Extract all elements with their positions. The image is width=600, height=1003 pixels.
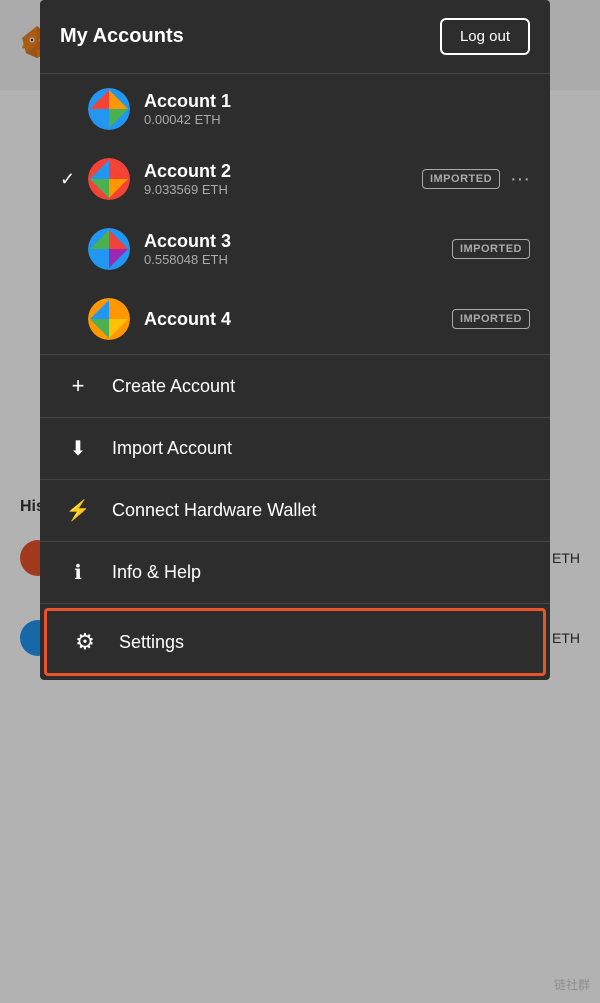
account-avatar-1 [88, 88, 130, 130]
account-balance-1: 0.00042 ETH [144, 112, 530, 127]
imported-badge-2: IMPORTED [422, 169, 500, 189]
info-help-label: Info & Help [112, 562, 201, 583]
logout-button[interactable]: Log out [440, 18, 530, 55]
account-balance-2: 9.033569 ETH [144, 182, 412, 197]
gear-icon: ⚙ [67, 629, 103, 655]
account-name-1: Account 1 [144, 91, 530, 112]
imported-badge-4: IMPORTED [452, 309, 530, 329]
account-avatar-3 [88, 228, 130, 270]
account-info-3: Account 3 0.558048 ETH [144, 231, 442, 267]
account-name-2: Account 2 [144, 161, 412, 182]
account-balance-3: 0.558048 ETH [144, 252, 442, 267]
account-item-1[interactable]: Account 1 0.00042 ETH [40, 74, 550, 144]
connect-hardware-label: Connect Hardware Wallet [112, 500, 316, 521]
info-icon: ℹ [60, 560, 96, 585]
account-name-4: Account 4 [144, 309, 442, 330]
panel-title: My Accounts [60, 25, 184, 48]
account-item-3[interactable]: Account 3 0.558048 ETH IMPORTED [40, 214, 550, 284]
imported-badge-3: IMPORTED [452, 239, 530, 259]
plus-icon: + [60, 373, 96, 399]
account-item-2[interactable]: ✓ Account 2 9.033569 ETH IMPORTED ··· [40, 144, 550, 214]
check-mark-3 [60, 239, 80, 260]
import-account-label: Import Account [112, 438, 232, 459]
connect-hardware-item[interactable]: ⚡ Connect Hardware Wallet [40, 480, 550, 542]
settings-item[interactable]: ⚙ Settings [44, 608, 546, 676]
import-icon: ⬇ [60, 436, 96, 461]
settings-label: Settings [119, 632, 184, 653]
create-account-item[interactable]: + Create Account [40, 355, 550, 418]
check-mark-4 [60, 309, 80, 330]
account-item-4[interactable]: Account 4 IMPORTED [40, 284, 550, 354]
accounts-panel: My Accounts Log out Account 1 0.00042 ET… [40, 0, 550, 680]
info-help-item[interactable]: ℹ Info & Help [40, 542, 550, 604]
account-avatar-2 [88, 158, 130, 200]
create-account-label: Create Account [112, 376, 235, 397]
account-info-4: Account 4 [144, 309, 442, 330]
check-mark-2: ✓ [60, 169, 80, 190]
import-account-item[interactable]: ⬇ Import Account [40, 418, 550, 480]
panel-header: My Accounts Log out [40, 0, 550, 74]
check-mark-1 [60, 99, 80, 120]
usb-icon: ⚡ [60, 498, 96, 523]
account-avatar-4 [88, 298, 130, 340]
account-info-1: Account 1 0.00042 ETH [144, 91, 530, 127]
account-info-2: Account 2 9.033569 ETH [144, 161, 412, 197]
account-dots-2[interactable]: ··· [510, 168, 530, 191]
account-name-3: Account 3 [144, 231, 442, 252]
accounts-list: Account 1 0.00042 ETH ✓ Account 2 9.0335… [40, 74, 550, 355]
